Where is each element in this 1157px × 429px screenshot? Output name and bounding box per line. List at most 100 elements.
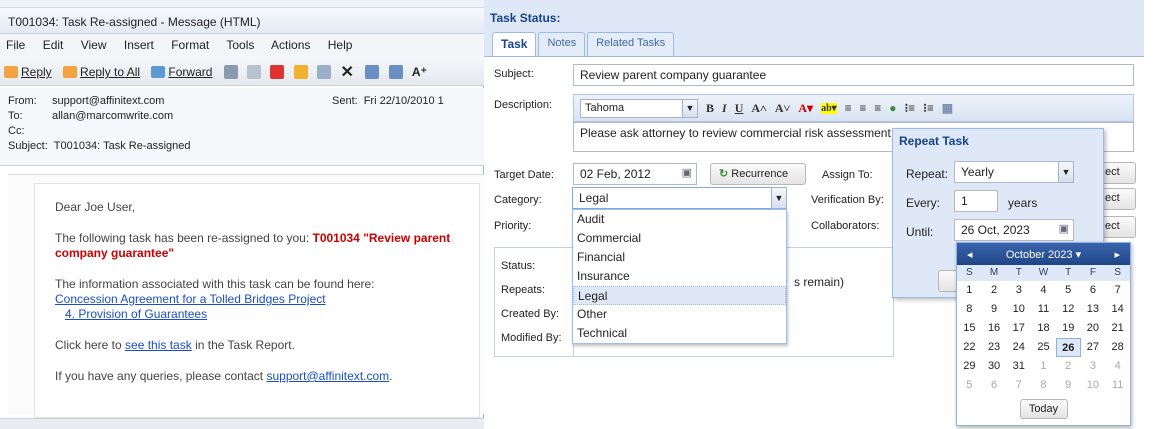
menu-help[interactable]: Help (328, 38, 353, 52)
tab-notes[interactable]: Notes (538, 32, 586, 56)
calendar-day[interactable]: 4 (1105, 357, 1130, 376)
menu-view[interactable]: View (81, 38, 107, 52)
calendar-day[interactable]: 8 (957, 300, 982, 319)
category-option-insurance[interactable]: Insurance (573, 267, 786, 286)
calendar-day[interactable]: 1 (957, 281, 982, 300)
calendar-day[interactable]: 16 (982, 319, 1007, 338)
reply-button[interactable]: Reply (4, 65, 52, 79)
calendar-day[interactable]: 17 (1006, 319, 1031, 338)
every-input[interactable]: 1 (954, 190, 998, 212)
calendar-day[interactable]: 9 (1056, 376, 1081, 395)
support-email-link[interactable]: support@affinitext.com (266, 369, 389, 383)
category-option-commercial[interactable]: Commercial (573, 229, 786, 248)
calendar-icon[interactable]: ▣ (1059, 222, 1069, 235)
target-date-input[interactable]: 02 Feb, 2012 ▣ (573, 163, 697, 185)
calendar-day[interactable]: 25 (1031, 338, 1056, 357)
font-select[interactable]: Tahoma ▼ (580, 98, 698, 118)
calendar-day[interactable]: 19 (1056, 319, 1081, 338)
recurrence-button[interactable]: ↻ Recurrence (710, 163, 806, 185)
calendar-day[interactable]: 7 (1006, 376, 1031, 395)
calendar-day[interactable]: 12 (1056, 300, 1081, 319)
guarantees-link[interactable]: 4. Provision of Guarantees (65, 307, 207, 321)
calendar-day[interactable]: 26 (1055, 338, 1081, 357)
calendar-day[interactable]: 24 (1006, 338, 1031, 357)
calendar-day[interactable]: 2 (982, 281, 1007, 300)
calendar-day[interactable]: 6 (982, 376, 1007, 395)
bold-icon[interactable]: B (706, 101, 714, 116)
month-selector[interactable]: October 2023 ▾ (1006, 248, 1081, 261)
tab-related-tasks[interactable]: Related Tasks (587, 32, 675, 56)
calendar-day[interactable]: 27 (1081, 338, 1106, 357)
copy-icon[interactable] (247, 65, 262, 79)
italic-icon[interactable]: I (722, 101, 727, 116)
font-size-icon[interactable]: A⁺ (412, 65, 427, 79)
prev-month-icon[interactable]: ◂ (967, 248, 973, 261)
calendar-day[interactable]: 29 (957, 357, 982, 376)
calendar-day[interactable]: 7 (1105, 281, 1130, 300)
folder-icon[interactable] (293, 65, 308, 79)
menu-tools[interactable]: Tools (226, 38, 254, 52)
ok-button[interactable] (938, 270, 958, 292)
calendar-day[interactable]: 8 (1031, 376, 1056, 395)
category-select[interactable]: Legal ▼ (572, 187, 787, 209)
tab-task[interactable]: Task (492, 32, 537, 56)
calendar-day[interactable]: 28 (1105, 338, 1130, 357)
flag-icon[interactable] (270, 65, 285, 79)
calendar-day[interactable]: 9 (982, 300, 1007, 319)
calendar-day[interactable]: 30 (982, 357, 1007, 376)
link-icon[interactable]: ● (889, 101, 896, 116)
category-option-technical[interactable]: Technical (573, 324, 786, 343)
horizontal-scrollbar[interactable] (0, 418, 484, 429)
delete-icon[interactable]: ✕ (340, 62, 353, 82)
category-option-legal[interactable]: Legal (573, 286, 786, 305)
calendar-day[interactable]: 2 (1056, 357, 1081, 376)
menu-file[interactable]: File (6, 38, 25, 52)
move-icon[interactable] (317, 65, 332, 79)
calendar-day[interactable]: 31 (1006, 357, 1031, 376)
see-task-link[interactable]: see this task (125, 338, 192, 352)
align-left-icon[interactable]: ≡ (845, 101, 852, 116)
bullet-list-icon[interactable]: ⁝≡ (923, 101, 934, 116)
previous-icon[interactable] (365, 65, 380, 79)
font-color-icon[interactable]: A▾ (798, 101, 813, 116)
calendar-day[interactable]: 15 (957, 319, 982, 338)
repeat-select[interactable]: Yearly ▼ (954, 161, 1074, 183)
numbered-list-icon[interactable]: ⁝≡ (904, 101, 915, 116)
calendar-day[interactable]: 22 (957, 338, 982, 357)
highlight-icon[interactable]: ab▾ (821, 102, 837, 114)
calendar-day[interactable]: 20 (1081, 319, 1106, 338)
forward-button[interactable]: Forward (151, 65, 212, 79)
grow-font-icon[interactable]: A˄ (751, 101, 767, 116)
calendar-day[interactable]: 5 (1056, 281, 1081, 300)
calendar-day[interactable]: 11 (1031, 300, 1056, 319)
calendar-day[interactable]: 11 (1105, 376, 1130, 395)
calendar-day[interactable]: 21 (1105, 319, 1130, 338)
shrink-font-icon[interactable]: A˅ (775, 101, 791, 116)
category-option-financial[interactable]: Financial (573, 248, 786, 267)
today-button[interactable]: Today (1019, 399, 1068, 419)
align-center-icon[interactable]: ≡ (860, 101, 867, 116)
menu-format[interactable]: Format (171, 38, 209, 52)
menu-insert[interactable]: Insert (124, 38, 154, 52)
until-date-input[interactable]: 26 Oct, 2023 ▣ (954, 219, 1074, 241)
source-edit-icon[interactable]: ▦ (942, 101, 953, 116)
reply-all-button[interactable]: Reply to All (63, 65, 140, 79)
calendar-icon[interactable]: ▣ (682, 166, 692, 179)
calendar-day[interactable]: 3 (1081, 357, 1106, 376)
calendar-day[interactable]: 6 (1081, 281, 1106, 300)
calendar-day[interactable]: 23 (982, 338, 1007, 357)
calendar-day[interactable]: 10 (1006, 300, 1031, 319)
next-month-icon[interactable]: ▸ (1114, 248, 1120, 261)
category-option-other[interactable]: Other (573, 305, 786, 324)
calendar-day[interactable]: 13 (1081, 300, 1106, 319)
calendar-day[interactable]: 1 (1031, 357, 1056, 376)
calendar-day[interactable]: 4 (1031, 281, 1056, 300)
calendar-day[interactable]: 3 (1006, 281, 1031, 300)
category-option-audit[interactable]: Audit (573, 210, 786, 229)
menu-actions[interactable]: Actions (271, 38, 310, 52)
print-icon[interactable] (223, 65, 238, 79)
underline-icon[interactable]: U (735, 101, 744, 116)
calendar-day[interactable]: 5 (957, 376, 982, 395)
align-right-icon[interactable]: ≡ (874, 101, 881, 116)
concession-link[interactable]: Concession Agreement for a Tolled Bridge… (55, 292, 326, 306)
